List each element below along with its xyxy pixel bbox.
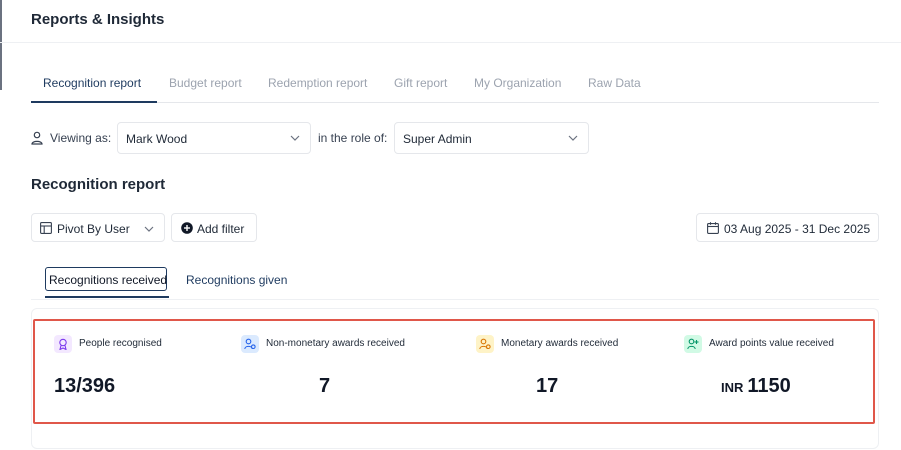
subtab-recognitions-received[interactable]: Recognitions received — [45, 267, 167, 291]
viewing-user-value: Mark Wood — [126, 132, 188, 146]
tab-recognition-report[interactable]: Recognition report — [43, 76, 141, 90]
user-plus-icon — [684, 335, 702, 353]
active-subtab-indicator — [45, 296, 169, 298]
users-icon — [476, 335, 494, 353]
chevron-down-icon — [568, 135, 578, 141]
pivot-by-user-dropdown[interactable]: Pivot By User — [31, 213, 165, 242]
metric-monetary-awards: Monetary awards received 17 — [476, 333, 666, 413]
tab-redemption-report[interactable]: Redemption report — [268, 76, 367, 90]
role-value: Super Admin — [403, 132, 472, 146]
chevron-down-icon — [144, 226, 154, 232]
viewing-user-select[interactable]: Mark Wood — [117, 122, 311, 154]
page: Reports & Insights Recognition report Bu… — [0, 0, 901, 450]
metric-non-monetary-awards: Non-monetary awards received 7 — [241, 333, 441, 413]
tab-budget-report[interactable]: Budget report — [169, 76, 242, 90]
date-range-value: 03 Aug 2025 - 31 Dec 2025 — [724, 222, 871, 236]
metric-people-recognised: People recognised 13/396 — [54, 333, 234, 413]
tab-raw-data[interactable]: Raw Data — [588, 76, 641, 90]
plus-circle-icon — [181, 222, 193, 234]
users-icon — [241, 335, 259, 353]
metric-value: 13/396 — [54, 375, 116, 397]
pivot-label: Pivot By User — [57, 222, 130, 236]
tab-gift-report[interactable]: Gift report — [394, 76, 447, 90]
page-title: Reports & Insights — [31, 11, 165, 28]
table-icon — [40, 222, 52, 234]
viewing-as-bar: Viewing as: Mark Wood in the role of: Su… — [31, 122, 631, 154]
role-select[interactable]: Super Admin — [394, 122, 589, 154]
active-tab-indicator — [31, 101, 157, 103]
currency-prefix: INR — [721, 380, 744, 395]
add-filter-label: Add filter — [197, 222, 245, 236]
report-tabs: Recognition report Budget report Redempt… — [31, 66, 879, 103]
subtab-received-label: Recognitions received — [49, 273, 168, 287]
viewing-as-label: Viewing as: — [50, 131, 112, 145]
award-icon — [54, 335, 72, 353]
metric-value-group: INR 1150 — [721, 375, 791, 398]
date-range-picker[interactable]: 03 Aug 2025 - 31 Dec 2025 — [696, 213, 879, 242]
user-icon — [31, 131, 43, 145]
metric-value: 1150 — [747, 375, 791, 397]
metric-label: People recognised — [79, 338, 162, 349]
tab-my-organization[interactable]: My Organization — [474, 76, 561, 90]
metric-label: Monetary awards received — [501, 338, 619, 349]
metric-label: Award points value received — [709, 338, 834, 349]
metric-label: Non-monetary awards received — [266, 338, 405, 349]
calendar-icon — [707, 222, 719, 234]
chevron-down-icon — [290, 135, 300, 141]
page-header: Reports & Insights — [0, 0, 901, 43]
add-filter-button[interactable]: Add filter — [171, 213, 257, 242]
metric-value: 7 — [319, 375, 331, 397]
recognition-subtabs: Recognitions received Recognitions given — [31, 264, 879, 300]
section-title: Recognition report — [31, 176, 166, 193]
metric-value: 17 — [536, 375, 559, 397]
subtab-recognitions-given[interactable]: Recognitions given — [186, 273, 287, 287]
role-label: in the role of: — [318, 131, 388, 145]
metric-award-points-value: Award points value received INR 1150 — [684, 333, 864, 413]
